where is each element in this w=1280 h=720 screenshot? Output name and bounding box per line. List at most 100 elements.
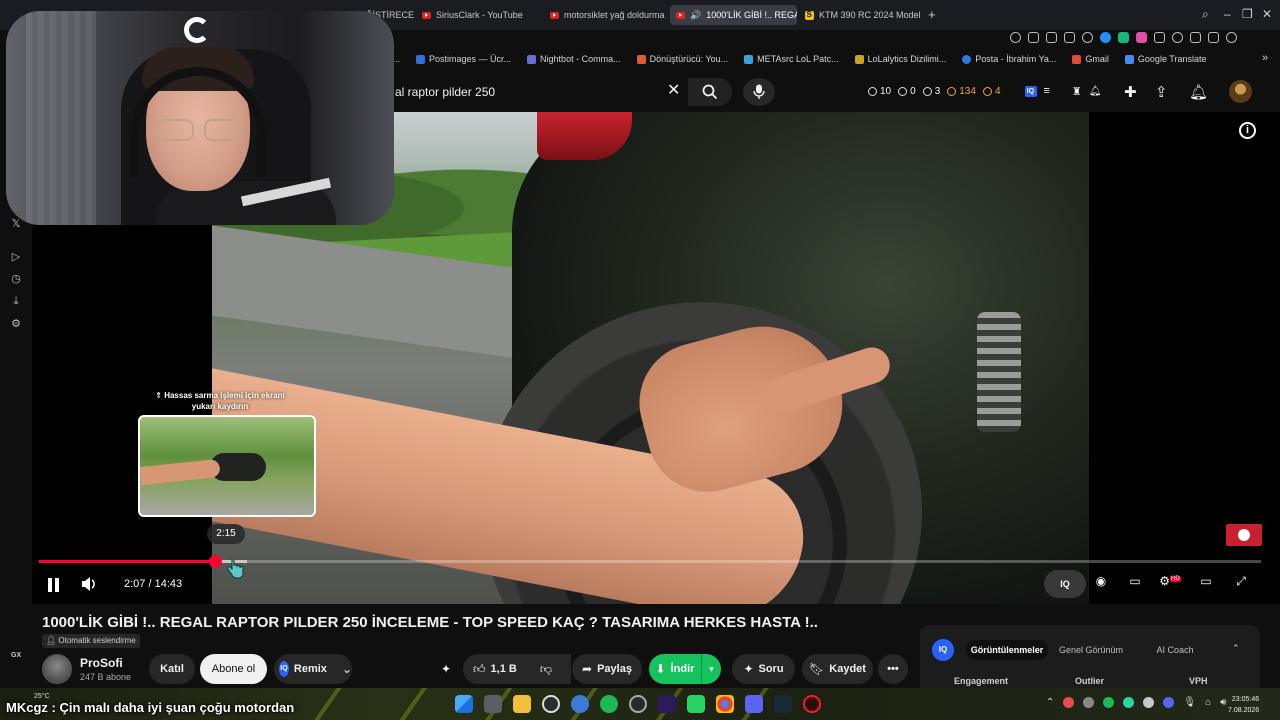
history-icon[interactable]: ◷	[10, 273, 22, 285]
taskbar-clock[interactable]: 23:05:46 7.08.2026	[1228, 694, 1259, 716]
opera-gx-icon[interactable]	[803, 695, 821, 713]
autoplay-toggle[interactable]: ◉	[1090, 574, 1112, 592]
iq-tab-views[interactable]: Görüntülenmeler	[966, 640, 1048, 660]
bell-small-icon[interactable]: 🔔︎	[1089, 86, 1102, 97]
download-button[interactable]: ⬇ İndir	[649, 654, 701, 684]
progress-bar[interactable]	[39, 555, 1261, 568]
browser-tab[interactable]: motorsiklet yağ doldurma	[544, 5, 666, 25]
tray-mic-icon[interactable]: 🎙︎	[1183, 697, 1196, 708]
spotify-icon[interactable]	[600, 695, 618, 713]
x-twitter-icon[interactable]: 𝕏	[10, 218, 22, 230]
extension-icon[interactable]	[1154, 31, 1165, 43]
task-view-icon[interactable]	[484, 695, 502, 713]
menu-icon[interactable]: ≡	[1044, 85, 1050, 97]
bookmark-item[interactable]: Google Translate	[1124, 54, 1206, 64]
bookmark-item[interactable]: Gmail	[1072, 54, 1109, 64]
heart-icon[interactable]	[1082, 31, 1093, 43]
player-icon[interactable]: ▷	[10, 251, 22, 263]
trophy-icon[interactable]: ♜	[1072, 85, 1082, 98]
subtitles-icon[interactable]: ▭	[1124, 574, 1146, 592]
tray-app-icon[interactable]	[1123, 697, 1135, 708]
extension-pink-icon[interactable]	[1136, 31, 1147, 43]
dislike-button[interactable]: 👎︎	[528, 654, 564, 684]
gx-label[interactable]: GX	[11, 652, 21, 659]
steam-icon[interactable]	[774, 695, 792, 713]
bookmark-item[interactable]: LoLalytics Dizilimi...	[854, 54, 946, 64]
theater-mode-icon[interactable]: ▭	[1195, 574, 1217, 592]
settings-icon[interactable]: ⚙	[10, 318, 22, 330]
remix-button[interactable]: IQ Remix ⌄	[274, 654, 352, 684]
app-dark-icon[interactable]	[629, 695, 647, 713]
bookmark-item[interactable]: Dönüştürücü: You...	[636, 54, 728, 64]
vpn-icon[interactable]	[1172, 31, 1183, 43]
zoom-icon[interactable]	[1010, 31, 1021, 43]
extension-green-icon[interactable]	[1118, 31, 1129, 43]
whatsapp-icon[interactable]	[687, 695, 705, 713]
screenshot-icon[interactable]	[1046, 31, 1057, 43]
bookmarks-more-icon[interactable]: »	[1262, 52, 1268, 64]
file-explorer-icon[interactable]	[513, 695, 531, 713]
channel-name[interactable]: ProSofi	[80, 656, 123, 670]
tray-discord-icon[interactable]	[1163, 697, 1175, 708]
browser-tab[interactable]: S KTM 390 RC 2024 Model S	[799, 5, 923, 25]
start-menu-icon[interactable]	[455, 695, 473, 713]
tray-volume-icon[interactable]: 🔊︎	[1220, 697, 1226, 708]
iq-tab-ai-coach[interactable]: AI Coach	[1140, 640, 1210, 660]
tray-app-icon[interactable]	[1063, 697, 1075, 708]
bookmark-icon[interactable]	[1028, 31, 1039, 43]
shield-icon[interactable]	[1064, 31, 1075, 43]
close-window-icon[interactable]: ✕	[1262, 7, 1272, 21]
tray-spotify-icon[interactable]	[1103, 697, 1115, 708]
more-actions-button[interactable]: •••	[878, 654, 908, 684]
iq-tab-overview[interactable]: Genel Görünüm	[1052, 640, 1130, 660]
obs-icon[interactable]	[542, 695, 560, 713]
share-button[interactable]: ➦ Paylaş	[572, 654, 642, 684]
notifications-icon[interactable]: 🔔︎	[1189, 83, 1208, 101]
tray-network-icon[interactable]: ⌂	[1205, 697, 1211, 708]
tray-app-icon[interactable]	[1143, 697, 1155, 708]
bookmark-item[interactable]: Posta - İbrahim Ya...	[962, 54, 1056, 64]
join-button[interactable]: Katıl	[149, 654, 195, 684]
search-button[interactable]	[688, 78, 732, 106]
upload-icon[interactable]: ⇪	[1155, 83, 1168, 101]
volume-button[interactable]	[81, 576, 99, 597]
fullscreen-icon[interactable]: ⤢	[1230, 574, 1252, 592]
browser-tab[interactable]: SiriusClark - YouTube	[416, 5, 540, 25]
download-options-button[interactable]: ▾	[701, 654, 721, 684]
subscribe-button[interactable]: Abone ol	[200, 654, 267, 684]
extension-blue-icon[interactable]	[1100, 31, 1111, 43]
maximize-icon[interactable]: ❐	[1242, 7, 1253, 21]
info-icon[interactable]: i	[1239, 122, 1256, 139]
puzzle-icon[interactable]	[1190, 31, 1201, 43]
chrome-icon[interactable]	[716, 695, 734, 713]
discord-icon[interactable]	[745, 695, 763, 713]
iq-extension-icon[interactable]: IQ	[1024, 85, 1037, 97]
clear-search-icon[interactable]: ✕	[667, 80, 680, 100]
downloads-icon[interactable]: ⤓	[10, 295, 22, 307]
channel-avatar[interactable]	[42, 654, 72, 684]
progress-scrubber[interactable]	[208, 555, 222, 568]
bookmark-item[interactable]: Postimages — Ücr...	[416, 54, 511, 64]
browser-tab-active[interactable]: 🔊 1000'LİK GİBİ !.. REGAL	[670, 5, 797, 25]
app-blue-icon[interactable]	[571, 695, 589, 713]
iq-player-button[interactable]: IQ	[1044, 570, 1086, 598]
collapse-chevron-icon[interactable]: ⌃	[1232, 643, 1240, 654]
voice-search-button[interactable]	[743, 78, 775, 106]
ai-sparkle-button[interactable]: ✦	[432, 654, 460, 684]
weather-widget[interactable]: 25°C	[34, 693, 50, 700]
create-icon[interactable]: ✚	[1124, 83, 1137, 101]
search-input[interactable]: al raptor pilder 250	[395, 85, 495, 99]
pause-button[interactable]	[48, 578, 60, 592]
new-tab-button[interactable]: +	[928, 7, 936, 22]
minimize-icon[interactable]: –	[1224, 7, 1231, 21]
tray-chevron-icon[interactable]: ⌃	[1046, 697, 1054, 708]
premiere-icon[interactable]	[658, 695, 676, 713]
settings-gear-icon[interactable]: ⚙HD	[1159, 574, 1181, 592]
ask-button[interactable]: ✦ Soru	[732, 654, 795, 684]
download-icon[interactable]	[1208, 31, 1219, 43]
channel-watermark-icon[interactable]	[1226, 524, 1262, 546]
search-tabs-icon[interactable]: ⌕	[1202, 7, 1209, 22]
profile-icon[interactable]	[1226, 31, 1237, 43]
bookmark-item[interactable]: Nightbot - Comma...	[527, 54, 621, 64]
save-button[interactable]: 🔖︎ Kaydet	[802, 654, 873, 684]
